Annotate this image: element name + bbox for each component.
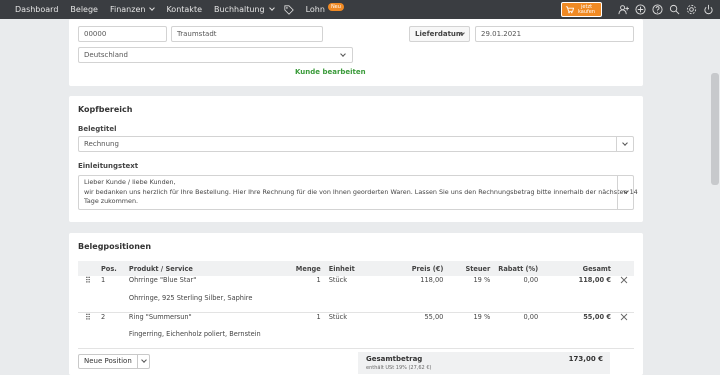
close-icon bbox=[621, 276, 628, 284]
drag-handle-icon[interactable]: ⠿ bbox=[78, 276, 97, 294]
nav-lohn[interactable]: Lohn Neu bbox=[306, 2, 344, 14]
tag-icon[interactable] bbox=[283, 4, 294, 15]
cell-gesamt: 118,00 € bbox=[578, 276, 611, 284]
cell-menge[interactable]: 1 bbox=[268, 276, 325, 294]
col-product: Produkt / Service bbox=[124, 261, 268, 276]
chevron-down-icon bbox=[268, 5, 275, 11]
belegtitel-label: Belegtitel bbox=[78, 125, 117, 133]
einleitung-label: Einleitungstext bbox=[78, 162, 139, 170]
chevron-down-icon bbox=[622, 140, 628, 146]
table-row[interactable]: ⠿ 1 Ohrringe "Blue Star" 1 Stück 118,00 … bbox=[78, 276, 634, 294]
close-icon bbox=[621, 313, 628, 320]
cell-steuer[interactable]: 19 % bbox=[447, 312, 494, 330]
cell-product[interactable]: Ring "Summersun" bbox=[125, 312, 268, 330]
intro-line: Tage zukommen. bbox=[84, 197, 139, 205]
section-title: Belegpositionen bbox=[78, 242, 152, 251]
nav-kontakte[interactable]: Kontakte bbox=[166, 5, 202, 14]
positions-card: Belegpositionen Pos. Produkt / Service M… bbox=[69, 233, 643, 375]
buy-label-2: kaufen bbox=[578, 8, 596, 15]
top-icon-bar bbox=[612, 0, 714, 19]
cell-einheit[interactable]: Stück bbox=[325, 312, 369, 330]
new-position-dropdown[interactable] bbox=[137, 354, 150, 369]
table-row-description: Ohrringe, 925 Sterling Silber, Saphire bbox=[78, 294, 634, 313]
delete-row-button[interactable] bbox=[615, 312, 634, 330]
date-type-value: Lieferdatum bbox=[415, 30, 464, 38]
belegtitel-select[interactable]: Rechnung bbox=[78, 136, 634, 152]
intro-line: Lieber Kunde / liebe Kunden, bbox=[84, 178, 176, 186]
intro-line: wir bedanken uns herzlich für Ihre Beste… bbox=[84, 187, 638, 196]
nav-buchhaltung[interactable]: Buchhaltung bbox=[214, 5, 275, 14]
cell-product[interactable]: Ohrringe "Blue Star" bbox=[125, 276, 268, 294]
nav-finanzen[interactable]: Finanzen bbox=[110, 5, 156, 14]
section-title: Kopfbereich bbox=[78, 105, 133, 114]
settings-icon[interactable] bbox=[686, 4, 697, 15]
col-steuer: Steuer bbox=[447, 261, 495, 276]
cell-steuer[interactable]: 19 % bbox=[447, 276, 494, 294]
power-icon[interactable] bbox=[703, 4, 714, 15]
total-label: Gesamtbetrag bbox=[366, 355, 423, 363]
cell-description[interactable]: Ohrringe, 925 Sterling Silber, Saphire bbox=[124, 294, 268, 313]
table-row[interactable]: ⠿ 2 Ring "Summersun" 1 Stück 55,00 19 % … bbox=[78, 312, 634, 330]
positions-table: Pos. Produkt / Service Menge Einheit Pre… bbox=[78, 261, 634, 349]
new-badge: Neu bbox=[327, 2, 344, 11]
date-type-select[interactable]: Lieferdatum bbox=[409, 26, 470, 42]
tax-note: enthält USt 19% (27,62 €) bbox=[366, 365, 432, 371]
edit-customer-link[interactable]: Kunde bearbeiten bbox=[295, 68, 366, 76]
col-gesamt: Gesamt bbox=[542, 261, 615, 276]
total-summary: Gesamtbetrag 173,00 € enthält USt 19% (2… bbox=[358, 352, 610, 374]
belegtitel-value: Rechnung bbox=[84, 140, 119, 148]
chevron-down-icon bbox=[340, 51, 346, 57]
cell-preis[interactable]: 55,00 bbox=[369, 312, 448, 330]
total-value: 173,00 € bbox=[568, 355, 603, 363]
city-field[interactable]: Traumstadt bbox=[171, 26, 323, 42]
country-value: Deutschland bbox=[84, 51, 128, 59]
cell-preis[interactable]: 118,00 bbox=[369, 276, 448, 294]
cell-menge[interactable]: 1 bbox=[268, 312, 325, 330]
new-position-group: Neue Position bbox=[78, 354, 150, 369]
cell-rabatt[interactable]: 0,00 bbox=[494, 312, 542, 330]
user-add-icon[interactable] bbox=[618, 4, 629, 15]
cell-pos: 1 bbox=[100, 276, 106, 284]
scrollbar-thumb[interactable] bbox=[711, 73, 719, 185]
table-row-description: Fingerring, Eichenholz poliert, Bernstei… bbox=[78, 330, 634, 349]
cell-rabatt[interactable]: 0,00 bbox=[494, 276, 542, 294]
chevron-down-icon bbox=[140, 357, 147, 363]
drag-handle-icon[interactable]: ⠿ bbox=[78, 312, 97, 330]
delete-row-button[interactable] bbox=[615, 276, 634, 294]
new-position-button[interactable]: Neue Position bbox=[78, 354, 138, 369]
col-pos: Pos. bbox=[96, 261, 125, 276]
search-icon[interactable] bbox=[669, 4, 680, 15]
col-preis: Preis (€) bbox=[368, 261, 448, 276]
cell-gesamt: 55,00 € bbox=[583, 312, 611, 321]
cell-einheit[interactable]: Stück bbox=[325, 276, 369, 294]
col-einheit: Einheit bbox=[324, 261, 369, 276]
plus-circle-icon[interactable] bbox=[635, 4, 646, 15]
intro-text-area[interactable]: Lieber Kunde / liebe Kunden, wir bedanke… bbox=[78, 175, 638, 210]
cart-icon bbox=[565, 6, 574, 14]
cell-pos: 2 bbox=[100, 312, 106, 321]
table-header: Pos. Produkt / Service Menge Einheit Pre… bbox=[78, 261, 634, 276]
nav-belege[interactable]: Belege bbox=[70, 5, 98, 14]
address-card: 00000 Traumstadt Deutschland Kunde bearb… bbox=[69, 19, 643, 86]
date-field[interactable]: 29.01.2021 bbox=[475, 26, 634, 42]
col-rabatt: Rabatt (%) bbox=[494, 261, 543, 276]
country-select[interactable]: Deutschland bbox=[78, 47, 353, 63]
header-section-card: Kopfbereich Belegtitel Rechnung Einleitu… bbox=[69, 96, 643, 222]
zip-field[interactable]: 00000 bbox=[78, 26, 167, 42]
cell-description[interactable]: Fingerring, Eichenholz poliert, Bernstei… bbox=[124, 330, 268, 349]
buy-now-button[interactable]: jetzt kaufen bbox=[561, 2, 602, 17]
help-icon[interactable] bbox=[652, 4, 663, 15]
col-menge: Menge bbox=[267, 261, 325, 276]
chevron-down-icon bbox=[149, 5, 156, 11]
nav-dashboard[interactable]: Dashboard bbox=[15, 5, 58, 14]
